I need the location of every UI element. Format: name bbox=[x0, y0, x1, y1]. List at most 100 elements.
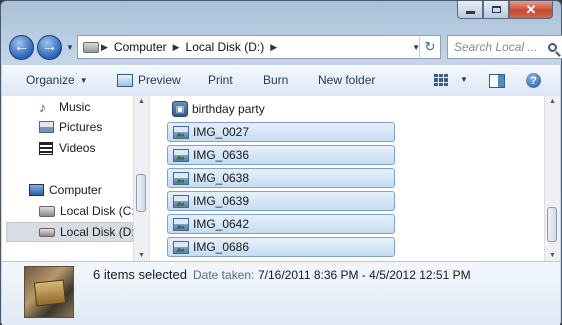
drive-icon bbox=[39, 205, 55, 217]
drive-icon bbox=[83, 41, 99, 53]
videos-icon bbox=[39, 141, 53, 155]
computer-icon bbox=[29, 184, 44, 196]
new-folder-button[interactable]: New folder bbox=[318, 73, 375, 87]
content-area: ♪ Music Pictures Videos Computer Local D… bbox=[2, 96, 560, 261]
organize-label: Organize bbox=[26, 73, 75, 87]
navigation-pane: ♪ Music Pictures Videos Computer Local D… bbox=[2, 96, 150, 261]
preview-label: Preview bbox=[138, 73, 181, 87]
selection-thumbnail bbox=[24, 266, 74, 318]
refresh-icon: ↻ bbox=[424, 39, 436, 54]
minimize-icon bbox=[465, 11, 475, 14]
sidebar-item-label: Computer bbox=[49, 183, 102, 197]
list-item[interactable]: ▣ birthday party bbox=[167, 99, 395, 119]
change-view-button[interactable] bbox=[434, 74, 448, 86]
preview-pane-button[interactable] bbox=[489, 74, 505, 88]
close-button[interactable]: ✕ bbox=[509, 1, 553, 19]
scroll-up-icon[interactable]: ▲ bbox=[545, 98, 560, 105]
music-icon: ♪ bbox=[39, 99, 46, 115]
image-icon bbox=[173, 125, 189, 139]
maximize-icon bbox=[491, 6, 501, 13]
organize-button[interactable]: Organize ▼ bbox=[26, 73, 88, 87]
forward-button[interactable]: → bbox=[37, 34, 62, 60]
burn-button[interactable]: Burn bbox=[263, 73, 288, 87]
file-list: ▣ birthday party IMG_0027 IMG_0636 IMG_0… bbox=[150, 96, 560, 261]
list-item[interactable]: IMG_0638 bbox=[167, 168, 395, 188]
file-name: IMG_0638 bbox=[193, 171, 250, 185]
chevron-down-icon: ▼ bbox=[79, 75, 88, 85]
search-box[interactable] bbox=[447, 35, 562, 59]
print-button[interactable]: Print bbox=[208, 73, 233, 87]
new-folder-label: New folder bbox=[318, 73, 376, 87]
minimize-button[interactable] bbox=[457, 1, 483, 19]
chevron-right-icon[interactable]: ▶ bbox=[270, 42, 277, 53]
back-button[interactable]: ← bbox=[9, 34, 34, 60]
file-name: IMG_0639 bbox=[193, 194, 250, 208]
list-item[interactable]: IMG_0636 bbox=[167, 145, 395, 165]
view-options-dropdown[interactable]: ▼ bbox=[460, 75, 468, 84]
chevron-down-icon: ▼ bbox=[66, 42, 74, 52]
sidebar-item-label: Pictures bbox=[59, 120, 103, 134]
preview-icon bbox=[117, 73, 133, 87]
scroll-down-icon[interactable]: ▼ bbox=[134, 252, 149, 259]
sidebar-item-label: Music bbox=[59, 100, 91, 114]
chevron-right-icon[interactable]: ▶ bbox=[173, 42, 180, 53]
image-icon bbox=[173, 148, 189, 162]
chevron-right-icon[interactable]: ▶ bbox=[101, 42, 108, 53]
burn-label: Burn bbox=[263, 73, 289, 87]
drive-icon bbox=[39, 227, 55, 237]
date-taken-label: Date taken: bbox=[193, 268, 255, 282]
sidebar-item-label: Videos bbox=[59, 141, 96, 155]
print-label: Print bbox=[208, 73, 233, 87]
sidebar-item-videos[interactable]: Videos bbox=[39, 141, 95, 155]
sidebar-item-label: Local Disk (C:) bbox=[60, 204, 139, 218]
breadcrumb-local-disk-d[interactable]: Local Disk (D:) bbox=[186, 40, 265, 54]
help-icon: ? bbox=[526, 73, 541, 88]
scrollbar-thumb[interactable] bbox=[547, 207, 557, 242]
pictures-icon bbox=[39, 121, 54, 133]
list-item[interactable]: IMG_0027 bbox=[167, 122, 395, 142]
image-icon bbox=[173, 240, 189, 254]
search-input[interactable] bbox=[452, 39, 544, 55]
details-pane: 6 items selected Date taken: 7/16/2011 8… bbox=[2, 261, 560, 325]
sidebar-item-computer[interactable]: Computer bbox=[29, 183, 102, 197]
views-icon bbox=[434, 74, 448, 86]
back-arrow-icon: ← bbox=[13, 38, 30, 55]
caption-buttons: ✕ bbox=[457, 1, 553, 19]
navigation-bar: ← → ▼ ▶ Computer ▶ Local Disk (D:) ▶ ▼ ↻ bbox=[9, 31, 562, 63]
breadcrumb-computer[interactable]: Computer bbox=[114, 40, 167, 54]
command-bar: Organize ▼ Preview Print Burn New folder… bbox=[2, 65, 560, 97]
sidebar-item-label: Local Disk (D:) bbox=[60, 225, 139, 239]
list-item[interactable]: IMG_0639 bbox=[167, 191, 395, 211]
file-name: birthday party bbox=[192, 102, 265, 116]
chevron-down-icon: ▼ bbox=[460, 75, 468, 84]
scroll-down-icon[interactable]: ▼ bbox=[545, 252, 560, 259]
selection-count: 6 items selected bbox=[93, 267, 187, 282]
address-bar[interactable]: ▶ Computer ▶ Local Disk (D:) ▶ ▼ ↻ bbox=[77, 35, 441, 59]
preview-button[interactable]: Preview bbox=[117, 73, 181, 87]
search-icon[interactable] bbox=[548, 42, 557, 52]
sidebar-item-music[interactable]: ♪ Music bbox=[39, 99, 90, 115]
recent-pages-dropdown[interactable]: ▼ bbox=[64, 43, 76, 52]
file-name: IMG_0027 bbox=[193, 125, 250, 139]
slideshow-icon: ▣ bbox=[172, 101, 188, 117]
list-item[interactable]: IMG_0686 bbox=[167, 237, 395, 257]
sidebar-item-local-disk-c[interactable]: Local Disk (C:) bbox=[39, 204, 139, 218]
file-name: IMG_0686 bbox=[193, 240, 250, 254]
sidebar-item-pictures[interactable]: Pictures bbox=[39, 120, 102, 134]
sidebar-item-local-disk-d[interactable]: Local Disk (D:) bbox=[39, 225, 139, 239]
refresh-button[interactable]: ↻ bbox=[419, 36, 440, 58]
image-icon bbox=[173, 171, 189, 185]
image-icon bbox=[173, 194, 189, 208]
explorer-window: ✕ ← → ▼ ▶ Computer ▶ Local Disk (D:) ▶ ▼… bbox=[0, 0, 562, 325]
file-name: IMG_0642 bbox=[193, 217, 250, 231]
image-icon bbox=[173, 217, 189, 231]
scrollbar-thumb[interactable] bbox=[136, 174, 146, 212]
preview-pane-icon bbox=[489, 74, 505, 88]
list-item[interactable]: IMG_0642 bbox=[167, 214, 395, 234]
file-list-scrollbar[interactable]: ▲ ▼ bbox=[544, 96, 560, 261]
maximize-button[interactable] bbox=[483, 1, 509, 19]
date-taken-value[interactable]: 7/16/2011 8:36 PM - 4/5/2012 12:51 PM bbox=[258, 268, 471, 282]
help-button[interactable]: ? bbox=[526, 73, 541, 88]
navigation-scrollbar[interactable]: ▲ ▼ bbox=[133, 96, 149, 261]
scroll-up-icon[interactable]: ▲ bbox=[134, 98, 149, 105]
